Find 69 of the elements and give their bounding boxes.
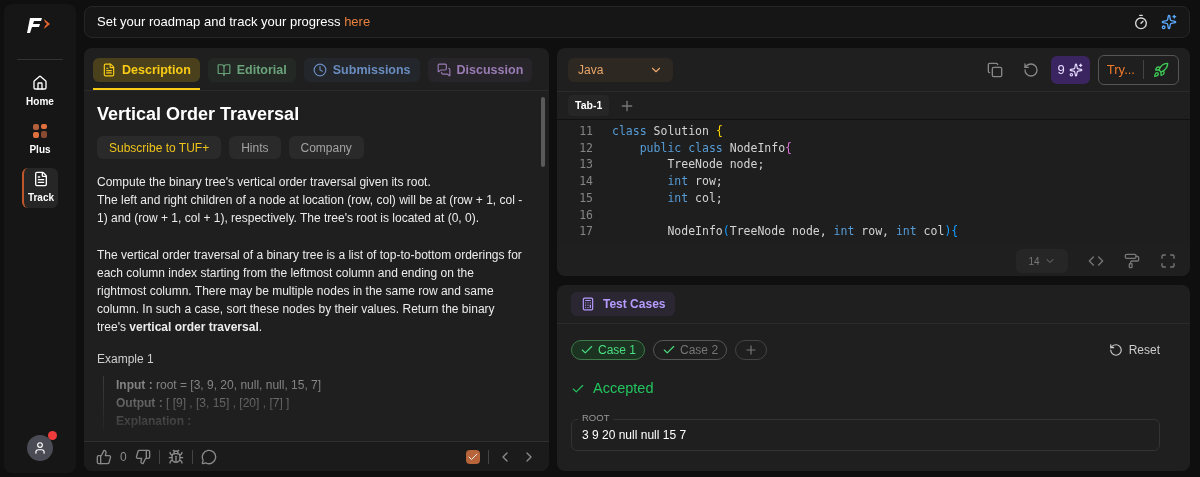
tab[interactable]: Discussion: [427, 58, 533, 82]
document-icon: [33, 171, 49, 187]
line-number: 15: [578, 189, 593, 207]
tab[interactable]: Submissions: [303, 58, 420, 82]
book-icon: [216, 63, 231, 77]
test-cases-tab[interactable]: Test Cases: [571, 292, 676, 316]
sparkle-icon: [1068, 62, 1083, 77]
case-tab[interactable]: Case 1: [571, 340, 646, 360]
format-icon[interactable]: [1124, 253, 1140, 269]
chat-icon: [436, 63, 451, 77]
tag-button[interactable]: Hints: [229, 136, 281, 159]
home-icon: [32, 75, 48, 91]
solved-checkbox[interactable]: [466, 449, 480, 464]
avatar[interactable]: [27, 435, 53, 461]
line-number: 17: [578, 223, 593, 240]
code-line: int row;: [666, 173, 723, 190]
code-icon[interactable]: [1088, 253, 1104, 269]
scrollbar: [541, 97, 545, 167]
reset-icon[interactable]: [1022, 61, 1039, 78]
check-icon: [662, 343, 677, 357]
copy-icon[interactable]: [986, 61, 1003, 78]
example-title: Example 1: [97, 351, 155, 368]
editor-tab[interactable]: Tab-1: [568, 95, 610, 116]
document-icon: [102, 63, 116, 77]
fullscreen-icon[interactable]: [1160, 253, 1176, 269]
sidebar-item[interactable]: Plus: [22, 120, 58, 160]
plus-icon: [744, 343, 759, 357]
user-icon: [33, 441, 47, 455]
example-line: Input : root = [3, 9, 20, null, null, 15, 7]: [116, 377, 323, 394]
like-icon[interactable]: [96, 448, 112, 465]
line-number: 16: [578, 206, 593, 224]
sparkle-icon[interactable]: [1161, 14, 1177, 30]
dislike-icon[interactable]: [134, 448, 151, 465]
calculator-icon: [581, 297, 595, 311]
like-count: 0: [120, 448, 127, 466]
description-paragraph: The vertical order traversal of a binary tree is a list of top-to-bottom orderings for each column index starting from the leftmost column and ending on the rightmost column. There may be multiple nodes in the same row and same column. In such a case, sort these nodes by their values. Return the binary tree's vertical order traversal.: [97, 247, 523, 336]
chat-icon[interactable]: [200, 448, 217, 465]
tab[interactable]: Editorial: [207, 58, 296, 82]
try-button[interactable]: Try...: [1097, 54, 1179, 85]
sidebar-item[interactable]: Track: [22, 168, 58, 208]
tab[interactable]: Description: [93, 58, 200, 82]
description-paragraph: Compute the binary tree's vertical order traversal given its root. The left and right children of a node at location (row, col) will be at (row + 1, col - 1) and (row + 1, col + 1), respectively. The tree's root is located at (0, 0).: [97, 174, 524, 227]
line-number: 11: [578, 123, 593, 140]
line-number: 14: [578, 173, 593, 190]
sidebar-item[interactable]: Home: [22, 72, 58, 112]
blocks-icon: [32, 123, 48, 139]
rocket-icon: [1153, 61, 1169, 78]
code-line: int col;: [666, 189, 723, 207]
bug-icon[interactable]: [167, 448, 184, 465]
code-line: class Solution {: [612, 123, 723, 140]
credits-button[interactable]: 9: [1050, 55, 1090, 84]
line-number: 13: [578, 156, 593, 174]
reset-icon: [1108, 343, 1123, 357]
line-number: 12: [578, 139, 593, 157]
language-select[interactable]: Java: [568, 57, 673, 82]
subscribe-button[interactable]: Subscribe to TUF+: [97, 136, 222, 159]
code-line: public class NodeInfo{: [638, 139, 793, 157]
check-icon: [580, 343, 594, 357]
problem-title: Vertical Order Traversal: [97, 103, 301, 126]
reset-button[interactable]: Reset: [1108, 341, 1160, 359]
example-line: Output : [ [9] , [3, 15] , [20] , [7] ]: [116, 395, 291, 412]
code-line: NodeInfo(TreeNode node, int row, int col){: [666, 223, 959, 240]
timer-icon[interactable]: [1133, 14, 1149, 30]
tag-button[interactable]: Company: [288, 136, 364, 159]
banner-text: Set your roadmap and track your progress here: [97, 13, 371, 32]
clock-icon: [312, 63, 327, 77]
status-text: Accepted: [593, 379, 654, 398]
banner-link[interactable]: here: [344, 14, 371, 30]
code-line: TreeNode node;: [666, 156, 765, 174]
